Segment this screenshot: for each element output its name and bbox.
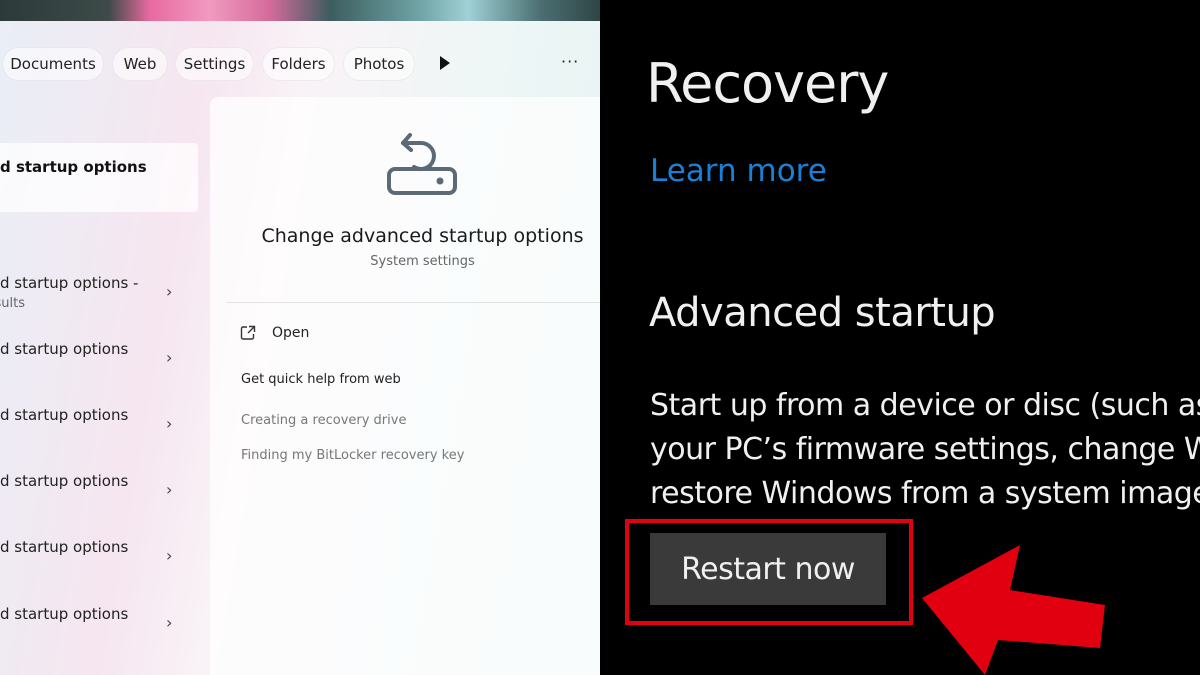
result-item[interactable]: d startup options › [0,538,200,588]
best-match-item[interactable]: d startup options [0,143,198,212]
chevron-right-icon: › [166,613,173,632]
more-filters-arrow-icon[interactable] [440,56,450,70]
best-match-title: d startup options [0,158,147,176]
result-item[interactable]: d startup options › [0,340,200,390]
red-arrow-icon [922,545,1105,675]
filter-documents[interactable]: Documents [2,47,104,81]
filter-web[interactable]: Web [112,47,168,81]
help-heading: Get quick help from web [241,372,401,387]
result-title: d startup options - [0,274,139,292]
result-title: d startup options [0,538,129,556]
chevron-right-icon: › [166,480,173,499]
recovery-settings-panel: Recovery Learn more Advanced startup Sta… [600,0,1200,675]
open-external-icon [240,325,256,340]
result-item[interactable]: d startup options › [0,406,200,456]
detail-subtitle: System settings [370,254,475,269]
detail-panel: Change advanced startup options System s… [210,97,600,675]
chevron-right-icon: › [166,546,173,565]
result-item[interactable]: d startup options › [0,472,200,522]
chevron-right-icon: › [166,414,173,433]
chevron-right-icon: › [166,348,173,367]
help-link[interactable]: Creating a recovery drive [241,413,406,428]
divider [227,302,600,303]
recovery-drive-icon [387,133,457,195]
result-title: d startup options [0,472,129,490]
windows-search-panel: Documents Web Settings Folders Photos ··… [0,0,600,675]
open-button[interactable]: Open [240,325,309,341]
filter-photos[interactable]: Photos [343,47,415,81]
filter-folders[interactable]: Folders [262,47,335,81]
filter-settings[interactable]: Settings [175,47,254,81]
result-item[interactable]: d startup options › [0,605,200,655]
more-options-button[interactable]: ··· [561,52,579,71]
result-title: d startup options [0,605,129,623]
banner-image [0,0,600,21]
chevron-right-icon: › [166,282,173,301]
result-title: d startup options [0,406,129,424]
result-subtitle: See web results [0,296,25,311]
help-link[interactable]: Finding my BitLocker recovery key [241,448,464,463]
open-label: Open [272,325,310,341]
result-title: d startup options [0,340,129,358]
detail-title: Change advanced startup options [261,225,584,247]
result-item[interactable]: d startup options - See web results › [0,274,200,324]
